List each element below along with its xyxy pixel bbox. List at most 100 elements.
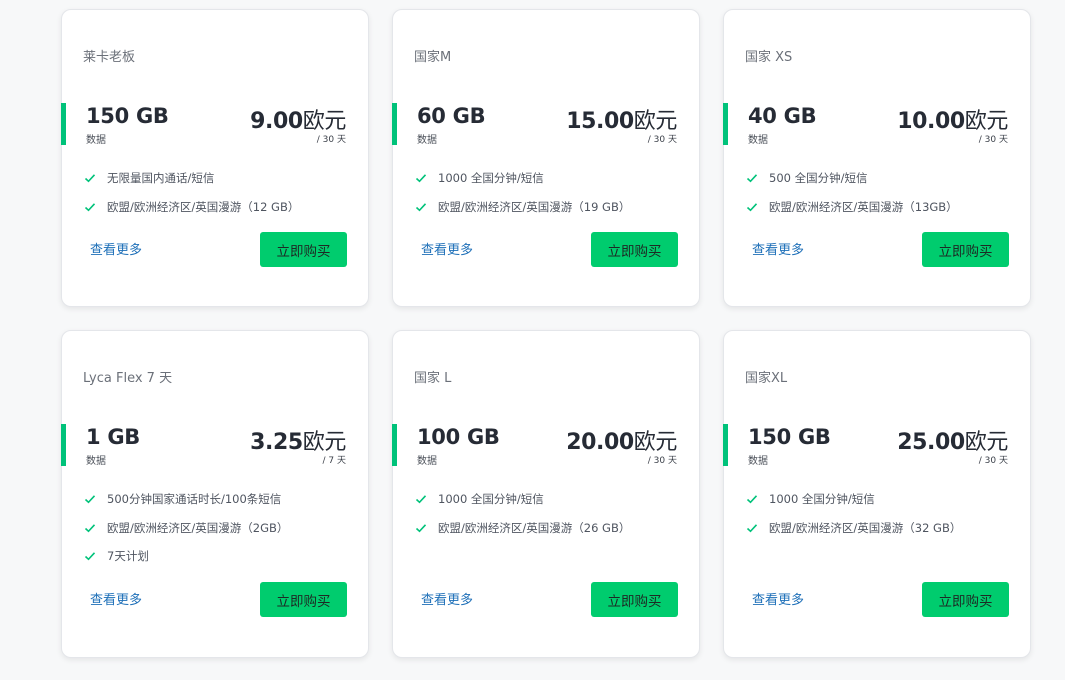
plan-name: Lyca Flex 7 天 — [83, 371, 173, 386]
price-value: 3.25 — [250, 430, 303, 455]
price-period: / 30 天 — [647, 135, 677, 145]
feature-text: 欧盟/欧洲经济区/英国漫游（12 GB） — [107, 199, 300, 214]
plan-name: 国家 L — [414, 371, 452, 386]
check-icon — [415, 524, 427, 533]
see-more-link[interactable]: 查看更多 — [421, 239, 473, 258]
feature-text: 无限量国内通话/短信 — [107, 171, 215, 186]
feature-text: 欧盟/欧洲经济区/英国漫游（26 GB） — [438, 520, 631, 535]
accent-bar — [392, 103, 397, 145]
price: 3.25欧元 — [250, 424, 346, 456]
plan-card: 国家M 60 GB 数据 15.00欧元 / 30 天 1000 全国分钟/短信… — [392, 9, 700, 307]
price: 25.00欧元 — [897, 424, 1008, 456]
check-icon — [84, 174, 96, 183]
accent-bar — [723, 103, 728, 145]
feature-text: 欧盟/欧洲经济区/英国漫游（13GB） — [769, 199, 958, 214]
feature-text: 1000 全国分钟/短信 — [438, 171, 544, 186]
price-currency: 欧元 — [633, 430, 678, 455]
price-currency: 欧元 — [964, 430, 1009, 455]
price-period: / 7 天 — [322, 456, 346, 466]
plan-name: 国家 XS — [745, 50, 793, 65]
price: 10.00欧元 — [897, 103, 1008, 135]
check-icon — [746, 203, 758, 212]
feature-text: 500分钟国家通话时长/100条短信 — [107, 492, 282, 507]
feature-list: 500 全国分钟/短信 欧盟/欧洲经济区/英国漫游（13GB） — [746, 164, 958, 221]
feature-text: 7天计划 — [107, 549, 149, 564]
plan-card: Lyca Flex 7 天 1 GB 数据 3.25欧元 / 7 天 500分钟… — [61, 330, 369, 658]
see-more-link[interactable]: 查看更多 — [421, 589, 473, 608]
feature-text: 500 全国分钟/短信 — [769, 171, 868, 186]
feature-item: 7天计划 — [84, 542, 288, 571]
feature-list: 500分钟国家通话时长/100条短信 欧盟/欧洲经济区/英国漫游（2GB） 7天… — [84, 485, 288, 571]
accent-bar — [392, 424, 397, 466]
data-label: 数据 — [86, 135, 106, 146]
plan-card: 莱卡老板 150 GB 数据 9.00欧元 / 30 天 无限量国内通话/短信 … — [61, 9, 369, 307]
feature-item: 欧盟/欧洲经济区/英国漫游（2GB） — [84, 514, 288, 543]
price-period: / 30 天 — [647, 456, 677, 466]
see-more-link[interactable]: 查看更多 — [752, 589, 804, 608]
check-icon — [84, 552, 96, 561]
plan-name: 国家XL — [745, 371, 788, 386]
feature-item: 欧盟/欧洲经济区/英国漫游（12 GB） — [84, 193, 299, 222]
data-amount: 150 GB — [748, 425, 831, 449]
feature-item: 1000 全国分钟/短信 — [746, 485, 961, 514]
see-more-link[interactable]: 查看更多 — [90, 239, 142, 258]
accent-bar — [61, 103, 66, 145]
data-amount: 1 GB — [86, 425, 140, 449]
plan-name: 莱卡老板 — [83, 50, 136, 65]
buy-now-button[interactable]: 立即购买 — [591, 582, 678, 617]
feature-item: 500 全国分钟/短信 — [746, 164, 958, 193]
price-value: 25.00 — [897, 430, 965, 455]
check-icon — [84, 524, 96, 533]
feature-item: 无限量国内通话/短信 — [84, 164, 299, 193]
price-period: / 30 天 — [978, 135, 1008, 145]
price: 20.00欧元 — [566, 424, 677, 456]
plan-name: 国家M — [414, 50, 452, 65]
plan-grid: 莱卡老板 150 GB 数据 9.00欧元 / 30 天 无限量国内通话/短信 … — [0, 0, 1065, 680]
price-value: 15.00 — [566, 109, 634, 134]
data-amount: 60 GB — [417, 104, 486, 128]
buy-now-button[interactable]: 立即购买 — [591, 232, 678, 267]
feature-list: 无限量国内通话/短信 欧盟/欧洲经济区/英国漫游（12 GB） — [84, 164, 299, 221]
data-amount: 150 GB — [86, 104, 169, 128]
see-more-link[interactable]: 查看更多 — [752, 239, 804, 258]
feature-item: 1000 全国分钟/短信 — [415, 485, 630, 514]
price-period: / 30 天 — [316, 135, 346, 145]
price-currency: 欧元 — [302, 430, 347, 455]
plan-card: 国家XL 150 GB 数据 25.00欧元 / 30 天 1000 全国分钟/… — [723, 330, 1031, 658]
price-value: 20.00 — [566, 430, 634, 455]
buy-now-button[interactable]: 立即购买 — [922, 582, 1009, 617]
accent-bar — [61, 424, 66, 466]
check-icon — [84, 203, 96, 212]
price-value: 9.00 — [250, 109, 303, 134]
price-period: / 30 天 — [978, 456, 1008, 466]
accent-bar — [723, 424, 728, 466]
plan-card: 国家 XS 40 GB 数据 10.00欧元 / 30 天 500 全国分钟/短… — [723, 9, 1031, 307]
feature-item: 欧盟/欧洲经济区/英国漫游（19 GB） — [415, 193, 630, 222]
feature-item: 1000 全国分钟/短信 — [415, 164, 630, 193]
price-currency: 欧元 — [302, 109, 347, 134]
price: 15.00欧元 — [566, 103, 677, 135]
feature-text: 欧盟/欧洲经济区/英国漫游（32 GB） — [769, 520, 962, 535]
feature-list: 1000 全国分钟/短信 欧盟/欧洲经济区/英国漫游（19 GB） — [415, 164, 630, 221]
buy-now-button[interactable]: 立即购买 — [260, 582, 347, 617]
price-currency: 欧元 — [964, 109, 1009, 134]
see-more-link[interactable]: 查看更多 — [90, 589, 142, 608]
buy-now-button[interactable]: 立即购买 — [260, 232, 347, 267]
buy-now-button[interactable]: 立即购买 — [922, 232, 1009, 267]
price: 9.00欧元 — [250, 103, 346, 135]
check-icon — [746, 174, 758, 183]
check-icon — [415, 203, 427, 212]
data-amount: 100 GB — [417, 425, 500, 449]
data-label: 数据 — [748, 135, 768, 146]
data-label: 数据 — [417, 135, 437, 146]
check-icon — [746, 524, 758, 533]
feature-item: 欧盟/欧洲经济区/英国漫游（26 GB） — [415, 514, 630, 543]
check-icon — [415, 174, 427, 183]
feature-item: 欧盟/欧洲经济区/英国漫游（32 GB） — [746, 514, 961, 543]
feature-list: 1000 全国分钟/短信 欧盟/欧洲经济区/英国漫游（26 GB） — [415, 485, 630, 542]
price-value: 10.00 — [897, 109, 965, 134]
feature-item: 欧盟/欧洲经济区/英国漫游（13GB） — [746, 193, 958, 222]
data-label: 数据 — [417, 456, 437, 467]
feature-text: 欧盟/欧洲经济区/英国漫游（19 GB） — [438, 199, 631, 214]
price-currency: 欧元 — [633, 109, 678, 134]
